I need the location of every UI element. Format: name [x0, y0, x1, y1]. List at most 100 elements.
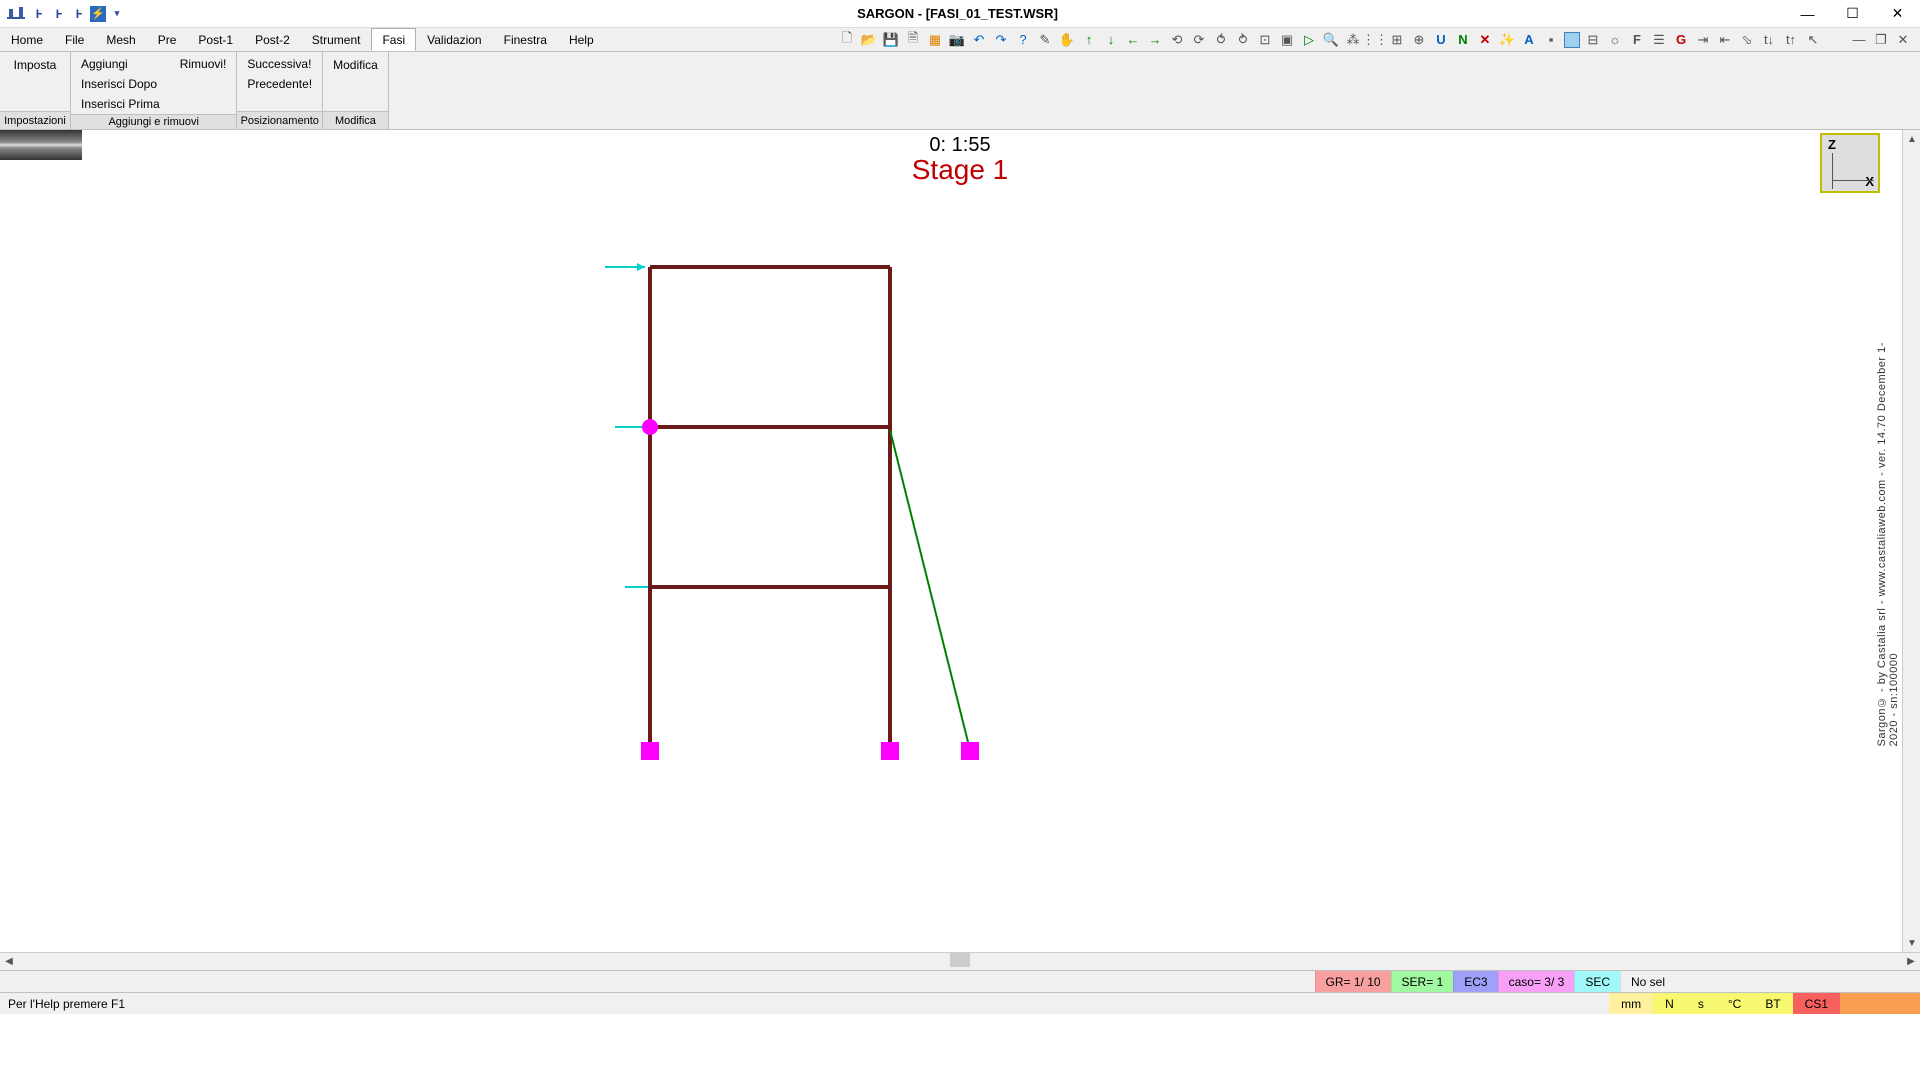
menu-home[interactable]: Home: [0, 28, 54, 51]
menu-strument[interactable]: Strument: [301, 28, 372, 51]
play-icon[interactable]: ▷: [1300, 31, 1318, 49]
arrow-right-icon[interactable]: →: [1146, 31, 1164, 49]
status-nosel: No sel: [1620, 971, 1920, 992]
zoom-icon[interactable]: 🔍: [1322, 31, 1340, 49]
ribbon-group-posizionamento: Successiva! Precedente! Posizionamento: [237, 52, 323, 129]
close-doc-icon[interactable]: ✕: [1894, 31, 1912, 49]
ribbon-group-impostazioni: Imposta Impostazioni: [0, 52, 71, 129]
arrow-left-icon[interactable]: ←: [1124, 31, 1142, 49]
menu-file[interactable]: File: [54, 28, 95, 51]
menu-post-1[interactable]: Post-1: [187, 28, 244, 51]
close-button[interactable]: ✕: [1875, 0, 1920, 28]
menu-mesh[interactable]: Mesh: [95, 28, 146, 51]
horizontal-scrollbar[interactable]: ◀ ▶: [0, 952, 1920, 970]
stack-icon[interactable]: ☰: [1650, 31, 1668, 49]
minimize-button[interactable]: —: [1785, 0, 1830, 28]
title-bar: Ⱶ Ⱶ Ⱶ ⚡ ▾ SARGON - [FASI_01_TEST.WSR] — …: [0, 0, 1920, 28]
unit-c[interactable]: °C: [1716, 993, 1753, 1014]
unit-n[interactable]: N: [1653, 993, 1686, 1014]
modifica-button[interactable]: Modifica: [323, 52, 388, 111]
export-icon[interactable]: ⇤: [1716, 31, 1734, 49]
qat-icon-3[interactable]: Ⱶ: [70, 5, 88, 23]
g-icon[interactable]: G: [1672, 31, 1690, 49]
menu-pre[interactable]: Pre: [147, 28, 188, 51]
status-gr[interactable]: GR= 1/ 10: [1315, 971, 1391, 992]
cursor-icon[interactable]: ↖: [1804, 31, 1822, 49]
rotate-icon-2[interactable]: ⟳: [1190, 31, 1208, 49]
small-box-icon[interactable]: ▪: [1542, 31, 1560, 49]
rimuovi-button[interactable]: Rimuovi!: [170, 54, 237, 74]
wand-icon[interactable]: ⁂: [1344, 31, 1362, 49]
rotate-icon-1[interactable]: ⟲: [1168, 31, 1186, 49]
target-icon[interactable]: ⊕: [1410, 31, 1428, 49]
hand-icon[interactable]: ✋: [1058, 31, 1076, 49]
qat-dropdown[interactable]: ▾: [108, 5, 126, 23]
rotate-icon-4[interactable]: ⥁: [1234, 31, 1252, 49]
camera-icon[interactable]: 📷: [948, 31, 966, 49]
pencil-icon[interactable]: ✎: [1036, 31, 1054, 49]
menu-fasi[interactable]: Fasi: [371, 28, 416, 51]
dots-grid-icon[interactable]: ⋮⋮: [1366, 31, 1384, 49]
box-icon-1[interactable]: ⊡: [1256, 31, 1274, 49]
app-logo[interactable]: [4, 2, 28, 26]
new-doc-icon[interactable]: 🗋: [838, 31, 856, 49]
aggiungi-button[interactable]: Aggiungi: [71, 54, 170, 74]
status-ser[interactable]: SER= 1: [1391, 971, 1454, 992]
inserisci-prima-button[interactable]: Inserisci Prima: [71, 94, 170, 114]
menu-post-2[interactable]: Post-2: [244, 28, 301, 51]
arrow-down-icon[interactable]: ↓: [1102, 31, 1120, 49]
quick-access-toolbar: Ⱶ Ⱶ Ⱶ ⚡ ▾: [0, 2, 130, 26]
status-ec3[interactable]: EC3: [1453, 971, 1497, 992]
grid-icon[interactable]: ▦: [926, 31, 944, 49]
open-folder-icon[interactable]: 📂: [860, 31, 878, 49]
toggle-icon[interactable]: ⊞: [1388, 31, 1406, 49]
qat-icon-4[interactable]: ⚡: [90, 6, 106, 22]
help-icon[interactable]: ?: [1014, 31, 1032, 49]
qat-icon-1[interactable]: Ⱶ: [30, 5, 48, 23]
restore-window-icon[interactable]: ❐: [1872, 31, 1890, 49]
unit-mm[interactable]: mm: [1609, 993, 1653, 1014]
box-icon-2[interactable]: ▣: [1278, 31, 1296, 49]
window-icon[interactable]: ⊟: [1584, 31, 1602, 49]
scroll-right-icon[interactable]: ▶: [1902, 953, 1920, 971]
scroll-left-icon[interactable]: ◀: [0, 953, 18, 971]
n-icon[interactable]: N: [1454, 31, 1472, 49]
page-icon[interactable]: 🗎: [904, 31, 922, 49]
redo-icon[interactable]: ↷: [992, 31, 1010, 49]
arrow-up-icon[interactable]: ↑: [1080, 31, 1098, 49]
unit-s[interactable]: s: [1686, 993, 1716, 1014]
undo-icon[interactable]: ↶: [970, 31, 988, 49]
save-icon[interactable]: 💾: [882, 31, 900, 49]
unit-cs1[interactable]: CS1: [1793, 993, 1840, 1014]
menu-help[interactable]: Help: [558, 28, 605, 51]
blue-panel-icon[interactable]: [1564, 32, 1580, 48]
a-icon[interactable]: A: [1520, 31, 1538, 49]
scroll-up-icon[interactable]: ▲: [1903, 130, 1920, 148]
inserisci-dopo-button[interactable]: Inserisci Dopo: [71, 74, 170, 94]
sparkle-icon[interactable]: ✨: [1498, 31, 1516, 49]
imposta-button[interactable]: Imposta: [0, 52, 70, 111]
menu-validazion[interactable]: Validazion: [416, 28, 492, 51]
successiva-button[interactable]: Successiva!: [237, 54, 322, 74]
vertical-scrollbar[interactable]: ▲ ▼: [1902, 130, 1920, 952]
precedente-button[interactable]: Precedente!: [237, 74, 322, 94]
menu-finestra[interactable]: Finestra: [493, 28, 558, 51]
status-sec[interactable]: SEC: [1574, 971, 1620, 992]
rotate-icon-3[interactable]: ⥀: [1212, 31, 1230, 49]
scroll-thumb[interactable]: [950, 953, 970, 967]
canvas-area[interactable]: 0: 1:55 Stage 1 Z X Sargon© - by Castali…: [0, 130, 1920, 952]
x-icon[interactable]: ✕: [1476, 31, 1494, 49]
f-icon[interactable]: F: [1628, 31, 1646, 49]
gear-icon[interactable]: ☼: [1606, 31, 1624, 49]
scroll-down-icon[interactable]: ▼: [1903, 934, 1920, 952]
unit-bt[interactable]: BT: [1753, 993, 1792, 1014]
status-caso[interactable]: caso= 3/ 3: [1498, 971, 1575, 992]
collapse-ribbon-icon[interactable]: —: [1850, 31, 1868, 49]
maximize-button[interactable]: ☐: [1830, 0, 1875, 28]
t-icon-1[interactable]: t↓: [1760, 31, 1778, 49]
t-icon-2[interactable]: t↑: [1782, 31, 1800, 49]
import-icon[interactable]: ⇥: [1694, 31, 1712, 49]
u-icon[interactable]: U: [1432, 31, 1450, 49]
diag-icon[interactable]: ⬂: [1738, 31, 1756, 49]
qat-icon-2[interactable]: Ⱶ: [50, 5, 68, 23]
